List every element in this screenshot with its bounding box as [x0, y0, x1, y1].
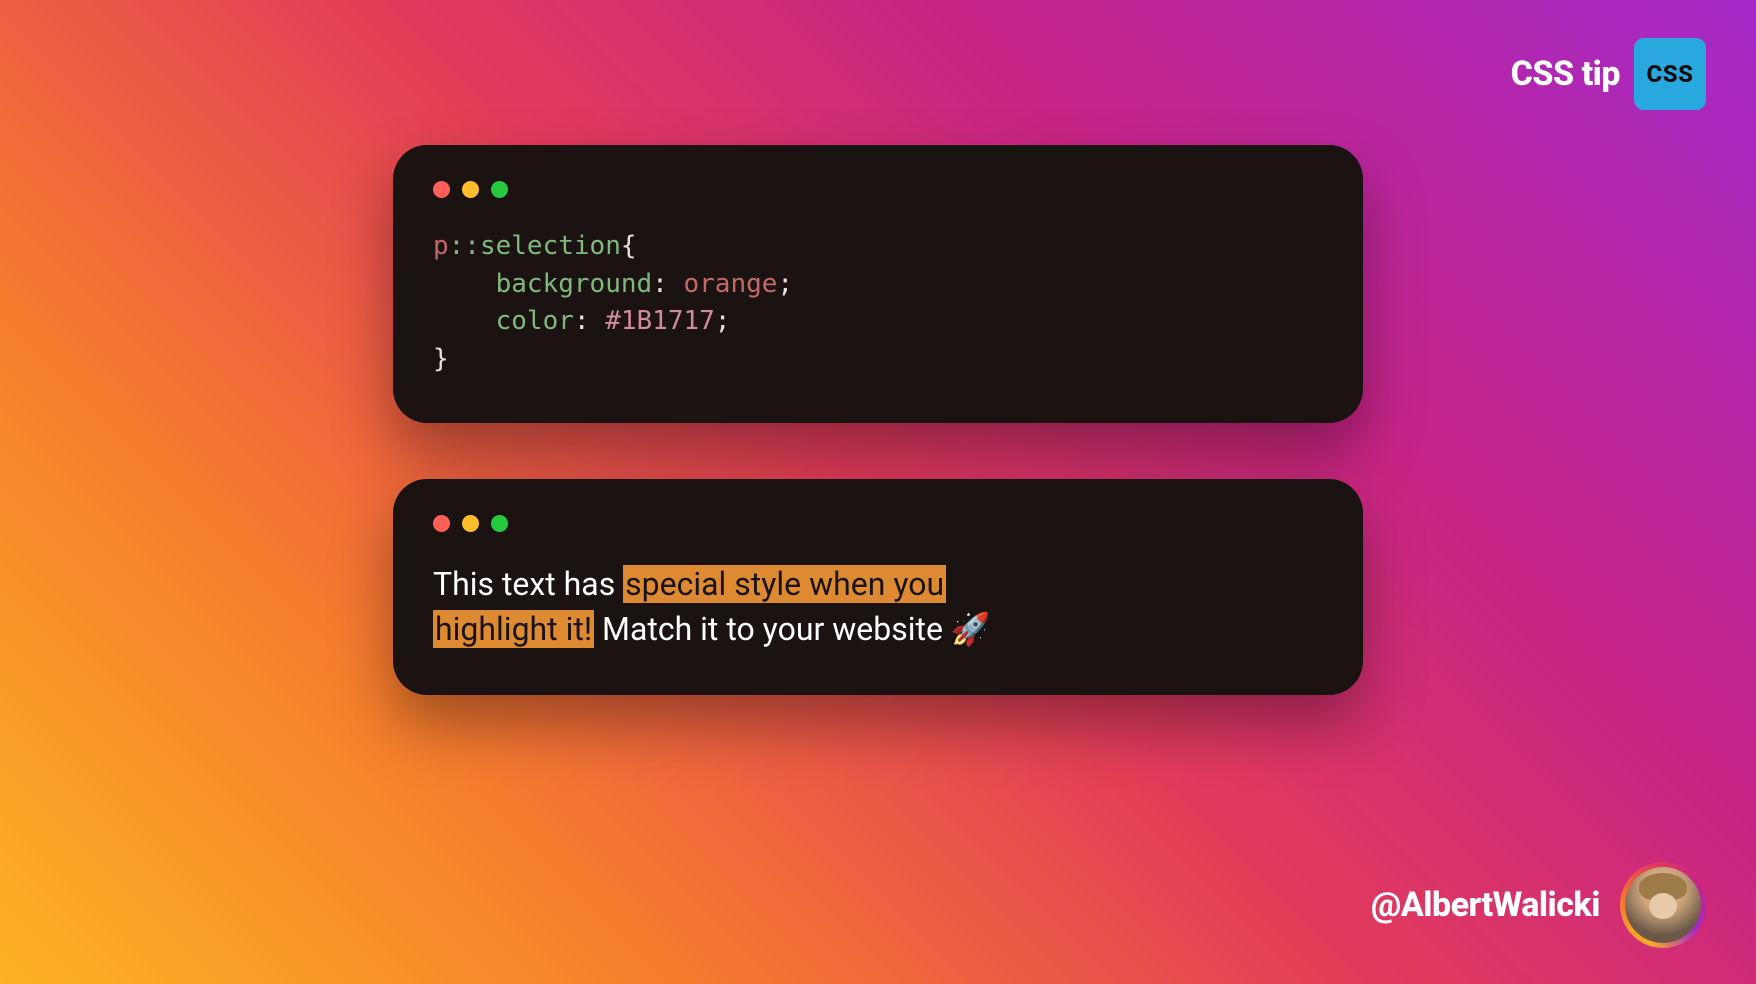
header-badge: CSS tip CSS	[1511, 38, 1706, 110]
avatar	[1625, 867, 1701, 943]
code-brace-close: }	[433, 344, 449, 374]
code-prop-color: color	[496, 306, 574, 336]
css-badge-icon: CSS	[1634, 38, 1706, 110]
minimize-icon	[462, 181, 479, 198]
code-brace-open: {	[621, 231, 637, 261]
maximize-icon	[491, 515, 508, 532]
content-stack: p::selection{ background: orange; color:…	[393, 145, 1363, 695]
code-card: p::selection{ background: orange; color:…	[393, 145, 1363, 423]
demo-highlight-1: special style when you	[623, 565, 946, 603]
demo-text-before: This text has	[433, 565, 623, 603]
demo-text-after: Match it to your website	[594, 610, 951, 648]
code-val-orange: orange	[683, 269, 777, 299]
maximize-icon	[491, 181, 508, 198]
close-icon	[433, 181, 450, 198]
header-title: CSS tip	[1511, 54, 1620, 94]
rocket-icon: 🚀	[951, 610, 991, 648]
demo-highlight-2: highlight it!	[433, 610, 594, 648]
close-icon	[433, 515, 450, 532]
avatar-ring[interactable]	[1620, 862, 1706, 948]
demo-paragraph: This text has special style when you hig…	[433, 562, 1323, 652]
window-controls	[433, 515, 1323, 532]
code-block: p::selection{ background: orange; color:…	[433, 228, 1323, 379]
code-pseudo: ::selection	[449, 231, 621, 261]
window-controls	[433, 181, 1323, 198]
css-badge-label: CSS	[1646, 60, 1693, 88]
demo-card: This text has special style when you hig…	[393, 479, 1363, 696]
code-prop-background: background	[496, 269, 653, 299]
code-selector: p	[433, 231, 449, 261]
minimize-icon	[462, 515, 479, 532]
code-val-hex: #1B1717	[605, 306, 715, 336]
footer: @AlbertWalicki	[1371, 862, 1706, 948]
author-handle[interactable]: @AlbertWalicki	[1371, 885, 1600, 925]
